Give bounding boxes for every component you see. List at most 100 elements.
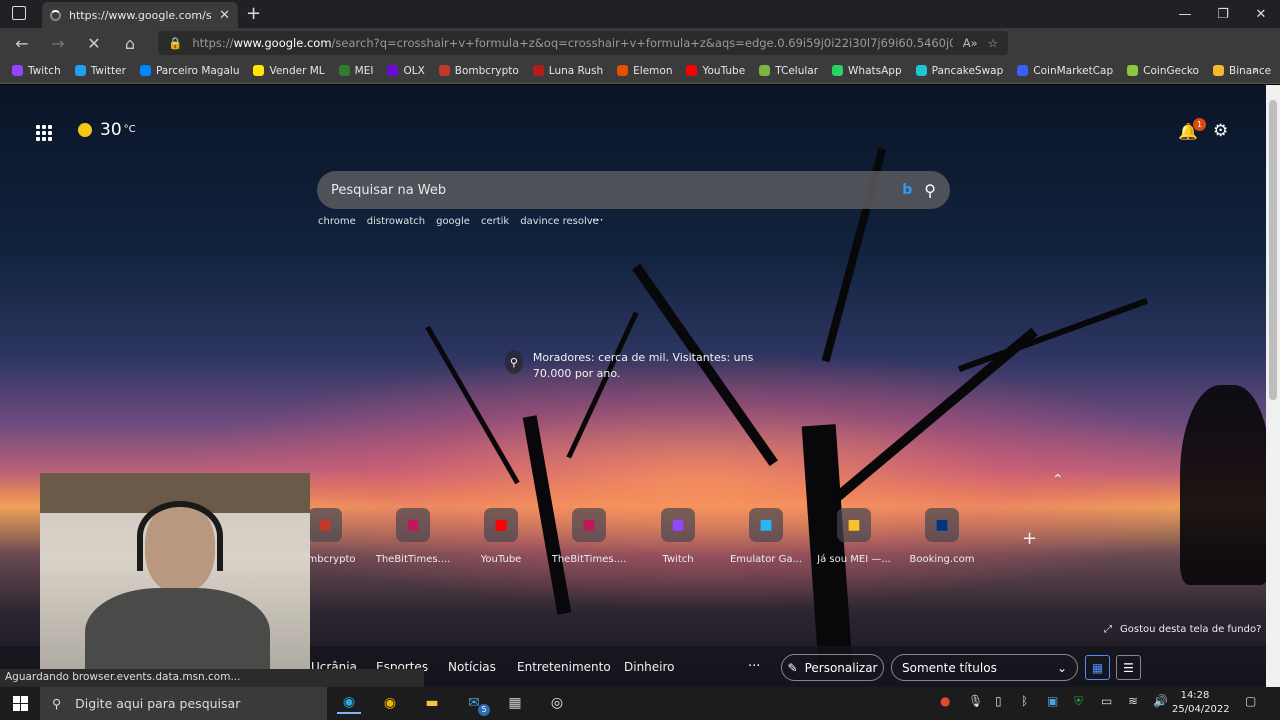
- bookmark-twitter[interactable]: Twitter: [74, 65, 126, 77]
- bookmark-mei[interactable]: MEI: [338, 64, 374, 77]
- feed-tab[interactable]: Dinheiro: [624, 660, 675, 674]
- recent-search-link[interactable]: distrowatch: [367, 216, 425, 227]
- list-view-button[interactable]: ☰: [1116, 655, 1141, 680]
- bookmark-twitch[interactable]: Twitch: [12, 65, 61, 77]
- new-tab-button[interactable]: +: [246, 3, 261, 24]
- apps-launcher-icon[interactable]: [36, 125, 52, 141]
- feed-tab[interactable]: Entretenimento: [517, 660, 611, 674]
- taskbar-clock[interactable]: 14:28 25/04/2022: [1172, 689, 1230, 717]
- url-scheme: https://: [192, 36, 234, 50]
- bookmark-bombcrypto[interactable]: Bombcrypto: [438, 65, 519, 77]
- address-url[interactable]: https://www.google.com/search?q=crosshai…: [192, 36, 952, 50]
- bookmark-luna-rush[interactable]: Luna Rush: [532, 65, 603, 77]
- bookmark-elemon[interactable]: Elemon: [617, 65, 672, 77]
- recent-search-link[interactable]: google: [436, 216, 470, 227]
- home-button[interactable]: ⌂: [112, 28, 148, 58]
- scrollbar-thumb[interactable]: [1269, 100, 1277, 400]
- chevron-up-icon[interactable]: ⌃: [1052, 472, 1064, 488]
- recent-search-link[interactable]: chrome: [318, 216, 356, 227]
- bookmark-whatsapp[interactable]: WhatsApp: [832, 65, 902, 77]
- quick-link-label: Twitch: [662, 554, 694, 565]
- youtube-icon: ■: [484, 508, 518, 542]
- coinmarketcap-icon: [1017, 65, 1029, 76]
- lock-icon[interactable]: 🔒: [168, 36, 182, 50]
- brave-tray-icon[interactable]: ●: [940, 694, 950, 708]
- tab-title: https://www.google.com/search: [69, 8, 212, 22]
- bookmark-youtube[interactable]: YouTube: [686, 65, 745, 77]
- search-box[interactable]: b ⚲: [317, 171, 950, 209]
- bookmark-label: MEI: [354, 64, 374, 77]
- read-aloud-icon[interactable]: A»: [963, 36, 978, 50]
- like-background-link[interactable]: ⤢ Gostou desta tela de fundo?: [1104, 624, 1261, 635]
- page-scrollbar[interactable]: [1266, 85, 1280, 687]
- personalize-button[interactable]: ✎ Personalizar: [781, 654, 884, 681]
- bookmark-tcelular[interactable]: TCelular: [759, 65, 818, 77]
- chrome-icon[interactable]: ◉: [378, 692, 402, 714]
- weather-widget[interactable]: 30 °C: [78, 120, 136, 140]
- close-tab-icon[interactable]: ✕: [219, 8, 230, 23]
- bookmark-label: CoinMarketCap: [1033, 64, 1114, 77]
- bookmark-binance[interactable]: Binance: [1212, 65, 1271, 77]
- minimize-button[interactable]: —: [1166, 0, 1204, 28]
- back-button[interactable]: ←: [4, 28, 40, 58]
- calculator-icon[interactable]: ▦: [503, 692, 527, 714]
- bing-logo-icon[interactable]: b: [902, 182, 912, 198]
- address-bar[interactable]: 🔒 https://www.google.com/search?q=crossh…: [158, 31, 1008, 55]
- taskbar-search[interactable]: ⚲ Digite aqui para pesquisar: [40, 687, 327, 720]
- security-shield-icon[interactable]: ⛨: [1074, 694, 1083, 709]
- quick-link-tile[interactable]: ■ Twitch: [638, 508, 718, 565]
- whatsapp-icon: [832, 65, 844, 76]
- obs-icon[interactable]: ◎: [545, 692, 569, 714]
- file-explorer-icon[interactable]: ▬: [420, 692, 444, 714]
- background-caption[interactable]: ⚲ Moradores: cerca de mil. Visitantes: u…: [505, 350, 765, 382]
- bookmark-parceiro-magalu[interactable]: Parceiro Magalu: [139, 65, 239, 77]
- image-search-icon[interactable]: ⚲: [505, 350, 523, 374]
- notification-center-icon[interactable]: ▢: [1245, 694, 1256, 708]
- battery-icon[interactable]: ▭: [1101, 694, 1112, 708]
- maximize-button[interactable]: ❐: [1204, 0, 1242, 28]
- tab-active[interactable]: https://www.google.com/search ✕: [42, 2, 238, 28]
- bookmark-coinmarketcap[interactable]: CoinMarketCap: [1017, 65, 1113, 77]
- bookmark-label: Twitch: [28, 64, 61, 77]
- recent-search-link[interactable]: davince resolve: [520, 216, 599, 227]
- bookmark-vender-ml[interactable]: Vender ML: [253, 65, 325, 77]
- bookmark-pancakeswap[interactable]: PancakeSwap: [915, 65, 1003, 77]
- search-icon[interactable]: ⚲: [924, 181, 936, 200]
- tab-actions-icon[interactable]: [12, 6, 26, 20]
- tray-app-icon[interactable]: ▣: [1047, 694, 1058, 708]
- layout-select[interactable]: Somente títulos ⌄: [891, 654, 1078, 681]
- quick-link-tile[interactable]: ■ Já sou MEI —...: [814, 508, 894, 565]
- quick-link-tile[interactable]: ■ TheBitTimes....: [373, 508, 453, 565]
- quick-link-tile[interactable]: ■ YouTube: [461, 508, 541, 565]
- quick-link-tile[interactable]: ■ TheBitTimes....: [549, 508, 629, 565]
- windows-start-button[interactable]: [0, 687, 40, 720]
- quick-link-tile[interactable]: ■ Booking.com: [902, 508, 982, 565]
- grid-view-button[interactable]: ▦: [1085, 655, 1110, 680]
- bluetooth-icon[interactable]: ᛒ: [1021, 694, 1028, 708]
- add-quick-link-button[interactable]: +: [1022, 528, 1037, 549]
- forward-button[interactable]: →: [40, 28, 76, 58]
- close-window-button[interactable]: ✕: [1242, 0, 1280, 28]
- wifi-icon[interactable]: ≋: [1128, 694, 1138, 708]
- recent-search-link[interactable]: certik: [481, 216, 509, 227]
- mail-badge: 5: [478, 704, 490, 716]
- more-searches-icon[interactable]: ···: [592, 213, 603, 227]
- search-input[interactable]: [331, 182, 891, 198]
- microphone-icon[interactable]: 🎙: [968, 694, 983, 708]
- bookmarks-more-icon[interactable]: ›: [1253, 63, 1258, 77]
- stop-button[interactable]: ✕: [76, 28, 112, 58]
- bombcrypto-icon: [438, 65, 450, 76]
- bookmark-olx[interactable]: OLX: [387, 65, 425, 77]
- coingecko-icon: [1127, 65, 1139, 76]
- quick-link-tile[interactable]: ■ Emulator Ga...: [726, 508, 806, 565]
- bookmark-coingecko[interactable]: CoinGecko: [1127, 65, 1199, 77]
- quick-link-label: Emulator Ga...: [729, 554, 803, 565]
- favorite-star-icon[interactable]: ☆: [988, 36, 998, 50]
- twitch-icon: ■: [661, 508, 695, 542]
- edge-icon[interactable]: ◉: [337, 692, 361, 714]
- usb-icon[interactable]: ▯: [995, 694, 1002, 708]
- feed-tab[interactable]: Notícias: [448, 660, 496, 674]
- more-tabs-icon[interactable]: ···: [748, 659, 760, 674]
- settings-gear-icon[interactable]: ⚙: [1213, 121, 1228, 141]
- volume-icon[interactable]: 🔊: [1153, 694, 1168, 708]
